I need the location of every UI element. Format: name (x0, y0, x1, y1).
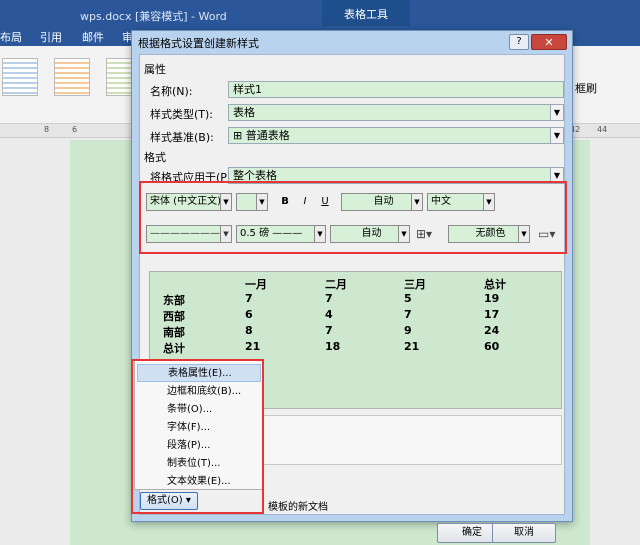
new-doc-option-label: 模板的新文档 (268, 502, 328, 513)
section-format: 格式 (144, 151, 166, 164)
tab-mailings[interactable]: 邮件 (82, 29, 104, 45)
tab-references[interactable]: 引用 (40, 29, 62, 45)
font-select[interactable]: 宋体 (中文正文) ▼ (146, 193, 232, 211)
cancel-button[interactable]: 取消 (492, 523, 556, 543)
italic-button[interactable]: I (297, 194, 313, 210)
type-select[interactable]: 表格 ▼ (228, 104, 564, 121)
tab-layout[interactable]: 布局 (0, 29, 22, 45)
shading-select[interactable]: 无颜色 ▼ (448, 225, 530, 243)
bold-button[interactable]: B (277, 194, 293, 210)
name-label: 名称(N): (150, 85, 193, 98)
table-style-1[interactable] (2, 58, 38, 96)
line-weight-select[interactable]: 0.5 磅 ——— ▼ (236, 225, 326, 243)
close-button[interactable]: ✕ (531, 34, 567, 50)
help-button[interactable]: ? (509, 34, 529, 50)
font-size-select[interactable]: ▼ (236, 193, 268, 211)
line-style-select[interactable]: ———————— ▼ (146, 225, 232, 243)
chevron-down-icon: ▼ (550, 105, 563, 120)
menu-highlight (131, 359, 264, 514)
name-input[interactable]: 样式1 (228, 81, 564, 98)
chevron-down-icon: ▼ (550, 128, 563, 143)
section-properties: 属性 (144, 63, 166, 76)
base-select[interactable]: ⊞ 普通表格 ▼ (228, 127, 564, 144)
table-style-2[interactable] (54, 58, 90, 96)
language-select[interactable]: 中文 ▼ (427, 193, 495, 211)
font-color-select[interactable]: 自动 ▼ (341, 193, 423, 211)
format-highlight (139, 181, 567, 254)
type-label: 样式类型(T): (150, 108, 214, 121)
border-grid-icon[interactable]: ⊞▾ (416, 227, 432, 241)
base-label: 样式基准(B): (150, 131, 214, 144)
border-color-select[interactable]: 自动 ▼ (330, 225, 410, 243)
document-title: wps.docx [兼容模式] - Word (80, 10, 227, 23)
cell-align-icon[interactable]: ▭▾ (538, 227, 555, 241)
dialog-title: 根据格式设置创建新样式 (138, 37, 259, 50)
underline-button[interactable]: U (317, 194, 333, 210)
format-painter-label[interactable]: 框刷 (575, 80, 597, 96)
